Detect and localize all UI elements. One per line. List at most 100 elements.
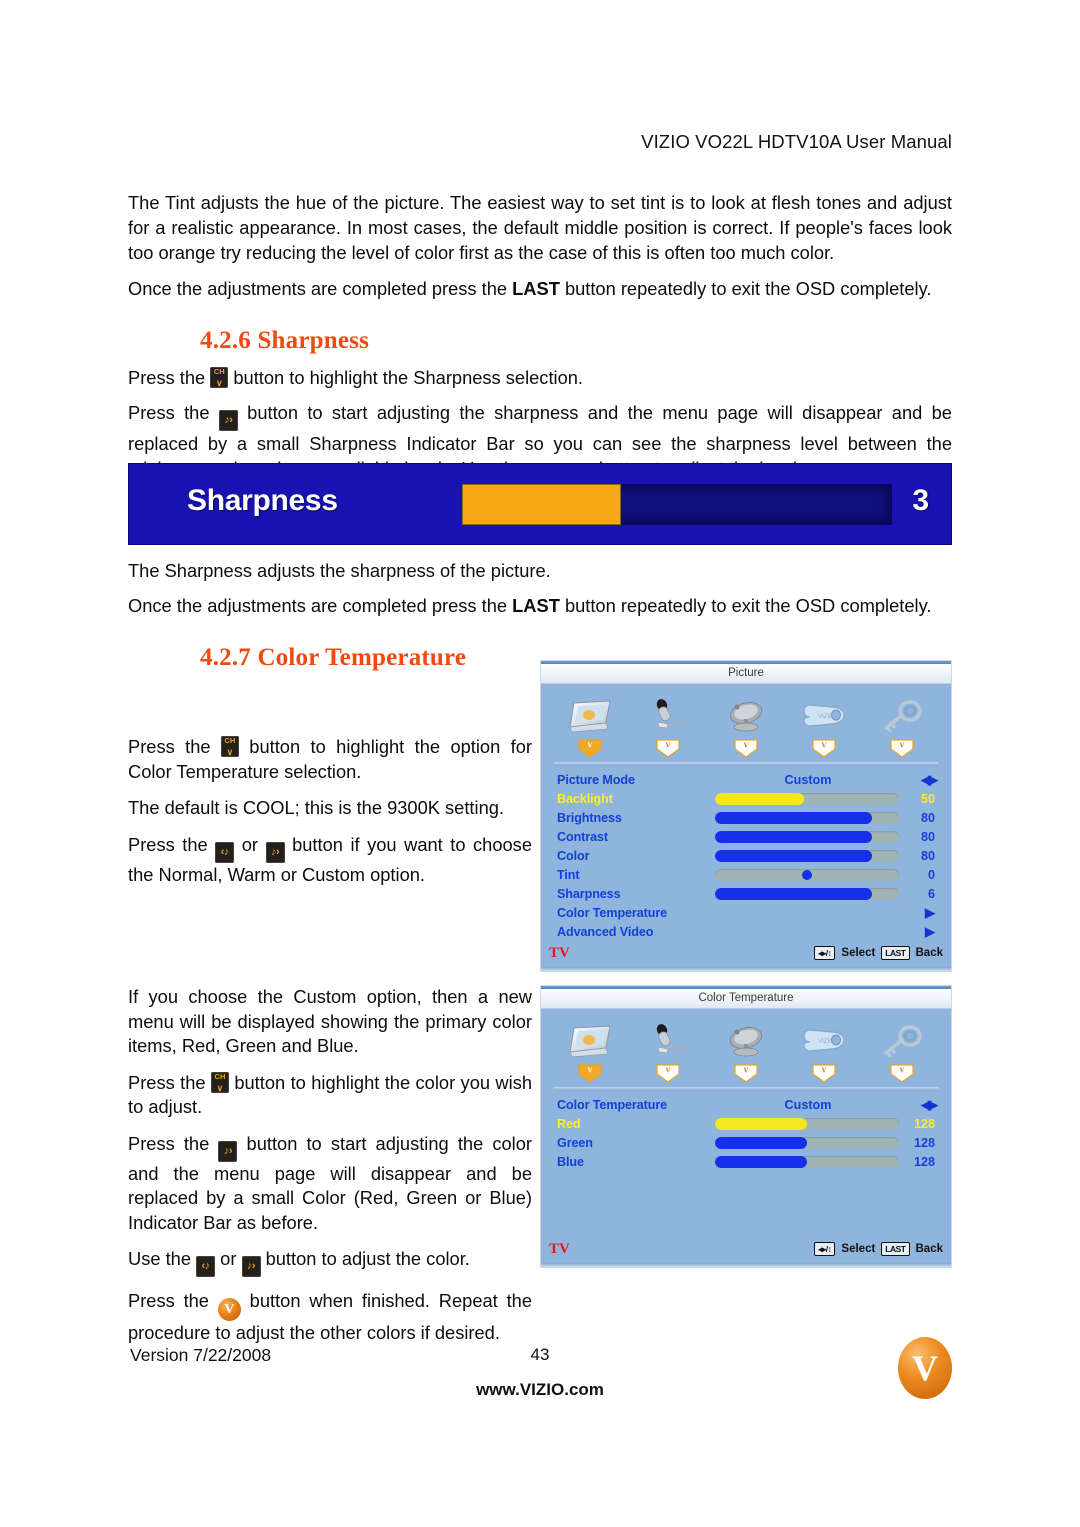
svg-text:V: V — [587, 742, 592, 750]
sharpness-after-2: Once the adjustments are completed press… — [128, 593, 952, 618]
osd-icon-cell-microphone-icon[interactable]: V — [635, 1021, 701, 1083]
sharp-p1-a: Press the — [128, 366, 211, 388]
page-footer: Version 7/22/2008 43 www.VIZIO.com V — [0, 1337, 1080, 1425]
osd-row-label: Brightness — [557, 810, 622, 825]
svg-text:V: V — [821, 1067, 826, 1075]
osd-row-control: Custom — [717, 1098, 899, 1112]
osd-row-slider[interactable] — [715, 1117, 900, 1130]
osd-row-slider[interactable] — [715, 792, 900, 805]
osd-row[interactable]: Color 80 — [557, 846, 935, 865]
osd-row-label: Tint — [557, 867, 580, 882]
svg-text:V: V — [899, 1067, 904, 1075]
chevron-right-icon[interactable]: ▶ — [925, 905, 935, 920]
osd-row-value: 6 — [927, 886, 935, 901]
osd-picture-menu[interactable]: Picture V V V VIZIO V V Picture Mode Cus… — [540, 660, 952, 972]
osd-row[interactable]: Tint 0 — [557, 865, 935, 884]
left-arrow-key-icon-3: ‹♪ — [215, 841, 235, 863]
osd-icon-cell-key-icon[interactable]: V — [869, 1021, 935, 1083]
osd-row[interactable]: Color Temperature ▶ — [557, 903, 935, 922]
osd-row-slider[interactable] — [715, 868, 900, 881]
osd-row[interactable]: Backlight 50 — [557, 789, 935, 808]
osd-row[interactable]: Green 128 — [557, 1133, 935, 1152]
osd-picture-footer: TV ◂▸/↕ Select LAST Back — [541, 941, 951, 967]
osd-row-value: 80 — [920, 829, 935, 844]
osd-icon-cell-microphone-icon[interactable]: V — [635, 696, 701, 758]
osd-row-option-value: Custom — [784, 1097, 832, 1112]
ch-key-bottom-2: ∨ — [226, 747, 234, 757]
osd-row-slider[interactable] — [715, 887, 900, 900]
osd-row[interactable]: Color Temperature Custom ◀▶ — [557, 1095, 938, 1114]
osd-row[interactable]: Contrast 80 — [557, 827, 935, 846]
osd-icon-row[interactable]: V V V VIZIO V V — [551, 690, 941, 758]
sharpness-bar-fill — [462, 484, 622, 525]
osd-icon-cell-tv-screen-icon[interactable]: V — [557, 696, 623, 758]
osd-icon-row-2[interactable]: V V V VIZIO V V — [551, 1015, 941, 1083]
osd-row-label: Color — [557, 848, 590, 863]
osd-footer-hints: ◂▸/↕ Select LAST Back — [814, 946, 943, 960]
left-right-arrow-icon[interactable]: ◀▶ — [921, 1097, 938, 1112]
ct-paragraph-2: The default is COOL; this is the 9300K s… — [128, 797, 504, 818]
last-pill-icon-2: LAST — [881, 1242, 910, 1256]
ct-p7-b: or — [215, 1248, 242, 1269]
osd-row[interactable]: Red 128 — [557, 1114, 935, 1133]
osd-row-control — [715, 1117, 900, 1130]
osd-tab-marker: V — [655, 738, 681, 758]
osd-row-value: 80 — [920, 810, 935, 825]
vizio-v-key-icon: V — [217, 1298, 241, 1321]
ct-p1-a: Press the — [128, 736, 221, 757]
osd-icon-cell-satellite-dish-icon[interactable]: V — [713, 1021, 779, 1083]
ch-key-bottom-3: ∨ — [216, 1082, 224, 1093]
osd-colortemp-rows[interactable]: Color Temperature Custom ◀▶ Red 128 Gree… — [551, 1093, 941, 1171]
osd-icon-cell-satellite-dish-icon[interactable]: V — [713, 696, 779, 758]
ct-p3-b: or — [234, 833, 266, 855]
osd-row-slider[interactable] — [715, 830, 900, 843]
osd-row-control — [715, 849, 900, 862]
left-right-arrow-icon[interactable]: ◀▶ — [921, 772, 938, 787]
osd-icon-cell-tv-screen-icon[interactable]: V — [557, 1021, 623, 1083]
osd-row-slider[interactable] — [715, 811, 900, 824]
svg-text:V: V — [899, 742, 904, 750]
osd-row[interactable]: Picture Mode Custom ◀▶ — [557, 770, 938, 789]
ct-p8-a: Press the — [128, 1290, 218, 1311]
osd-footer-hints-2: ◂▸/↕ Select LAST Back — [814, 1242, 943, 1256]
right-arrow-key-icon-3: ♪› — [265, 841, 285, 863]
osd-row-slider[interactable] — [715, 1155, 900, 1168]
osd-row[interactable]: Brightness 80 — [557, 808, 935, 827]
select-hint-label: Select — [841, 947, 876, 959]
osd-row-value: 128 — [913, 1135, 935, 1150]
select-hint-label-2: Select — [841, 1243, 876, 1255]
osd-row-control — [715, 1136, 900, 1149]
osd-row-label: Color Temperature — [557, 1097, 668, 1112]
osd-icon-cell-key-icon[interactable]: V — [869, 696, 935, 758]
right-arrow-key-icon: ♪› — [218, 410, 238, 432]
osd-picture-rows[interactable]: Picture Mode Custom ◀▶ Backlight 50 Brig… — [551, 768, 941, 941]
sharpness-bar-track — [462, 484, 892, 525]
sharp-p2-a: Press the — [128, 402, 219, 424]
ct-p6-a: Press the — [128, 1132, 219, 1154]
sharp-p1-b: button to highlight the Sharpness select… — [228, 366, 584, 388]
osd-slider-fill — [715, 849, 872, 862]
sharpness-after-1: The Sharpness adjusts the sharpness of t… — [128, 560, 551, 581]
osd-row[interactable]: Sharpness 6 — [557, 884, 935, 903]
osd-row-label: Green — [557, 1135, 593, 1150]
osd-row-label: Red — [557, 1116, 581, 1131]
osd-icon-cell-wrench-icon[interactable]: VIZIO V — [791, 1021, 857, 1083]
svg-text:V: V — [587, 1067, 592, 1075]
osd-row[interactable]: Advanced Video ▶ — [557, 922, 935, 941]
osd-row-slider[interactable] — [715, 849, 900, 862]
osd-colortemp-menu[interactable]: Color Temperature V V V VIZIO V V Color … — [540, 985, 952, 1268]
intro-paragraph-1: The Tint adjusts the hue of the picture.… — [128, 192, 952, 264]
osd-row-slider[interactable] — [715, 1136, 900, 1149]
ct-p5-a: Press the — [128, 1071, 211, 1093]
last-button-keyword-2: LAST — [512, 595, 560, 617]
right-arrow-key-icon-5: ♪› — [241, 1256, 261, 1277]
ct-paragraph-1: Press the CH ∨ button to highlight the op… — [128, 735, 532, 784]
osd-icon-separator — [553, 762, 939, 766]
osd-tab-marker: V — [889, 738, 915, 758]
chevron-right-icon[interactable]: ▶ — [925, 924, 935, 939]
osd-tab-marker: V — [889, 1063, 915, 1083]
osd-row[interactable]: Blue 128 — [557, 1152, 935, 1171]
osd-icon-cell-wrench-icon[interactable]: VIZIO V — [791, 696, 857, 758]
back-hint-label: Back — [915, 947, 944, 959]
osd-icon-separator-2 — [553, 1087, 939, 1091]
